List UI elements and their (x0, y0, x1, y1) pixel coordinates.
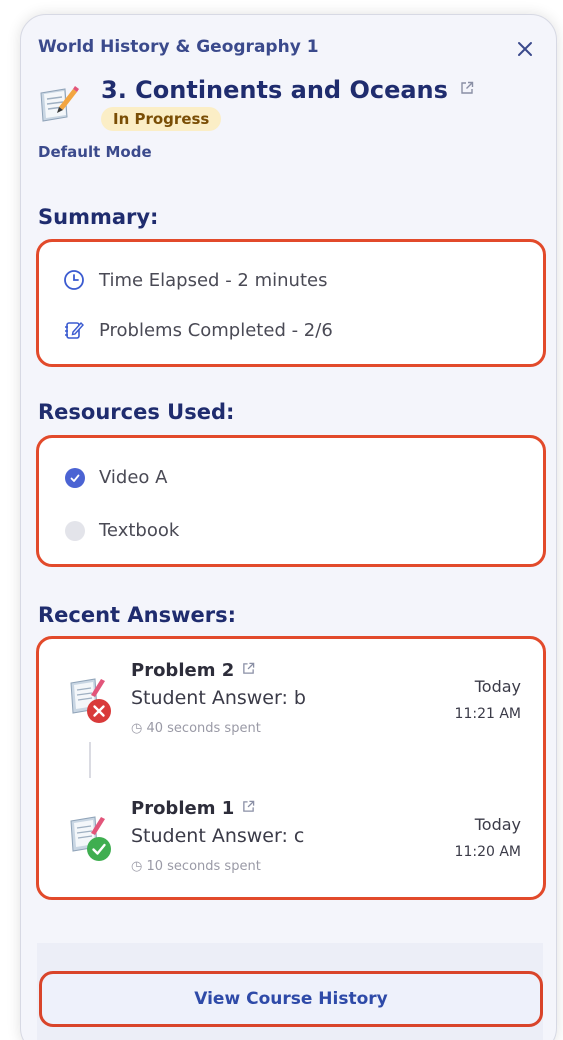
problems-completed-text: Problems Completed - 2/6 (99, 320, 333, 341)
view-course-history-button[interactable]: View Course History (39, 971, 543, 1027)
resource-label: Video A (99, 467, 168, 488)
clock-icon: ◷ (131, 859, 143, 874)
answer-day: Today (474, 815, 521, 834)
problem-incorrect-icon (70, 678, 111, 723)
notebook-edit-icon (65, 321, 84, 339)
recent-answers-title: Recent Answers: (38, 603, 237, 627)
external-link-icon[interactable] (460, 73, 474, 101)
answer-day: Today (474, 677, 521, 696)
course-name: World History & Geography 1 (38, 37, 319, 57)
external-link-icon[interactable] (242, 659, 255, 680)
answer-time: 11:20 AM (454, 844, 521, 860)
clock-icon: ◷ (131, 721, 143, 736)
summary-title: Summary: (38, 205, 159, 229)
close-button[interactable] (511, 35, 539, 63)
resource-checkbox-checked[interactable] (65, 468, 85, 488)
student-answer: Student Answer: c (131, 825, 305, 847)
status-badge: In Progress (101, 107, 222, 131)
course-progress-panel: World History & Geography 1 3. Continent… (20, 14, 557, 1040)
student-answer: Student Answer: b (131, 687, 306, 709)
close-icon (518, 42, 532, 56)
time-spent: ◷ 10 seconds spent (131, 859, 261, 874)
summary-card: Time Elapsed - 2 minutes Problems Comple… (36, 239, 546, 367)
resource-label: Textbook (99, 520, 180, 541)
problem-correct-icon (70, 816, 111, 861)
checkmark-icon (70, 474, 80, 482)
answer-time: 11:21 AM (454, 706, 521, 722)
lesson-title: 3. Continents and Oceans (101, 73, 474, 104)
resources-title: Resources Used: (38, 400, 235, 424)
resources-card: Video A Textbook (36, 435, 546, 567)
time-spent: ◷ 40 seconds spent (131, 721, 261, 736)
problem-title[interactable]: Problem 2 (131, 659, 255, 681)
recent-answers-card: Problem 2 Student Answer: b ◷ 40 seconds… (36, 636, 546, 900)
notebook-pencil-icon (40, 86, 79, 122)
mode-label: Default Mode (38, 143, 152, 161)
time-elapsed-text: Time Elapsed - 2 minutes (99, 270, 328, 291)
resource-checkbox-unchecked[interactable] (65, 521, 85, 541)
timeline-connector (89, 742, 91, 778)
external-link-icon[interactable] (242, 797, 255, 818)
clock-icon (64, 270, 84, 290)
problem-title[interactable]: Problem 1 (131, 797, 255, 819)
